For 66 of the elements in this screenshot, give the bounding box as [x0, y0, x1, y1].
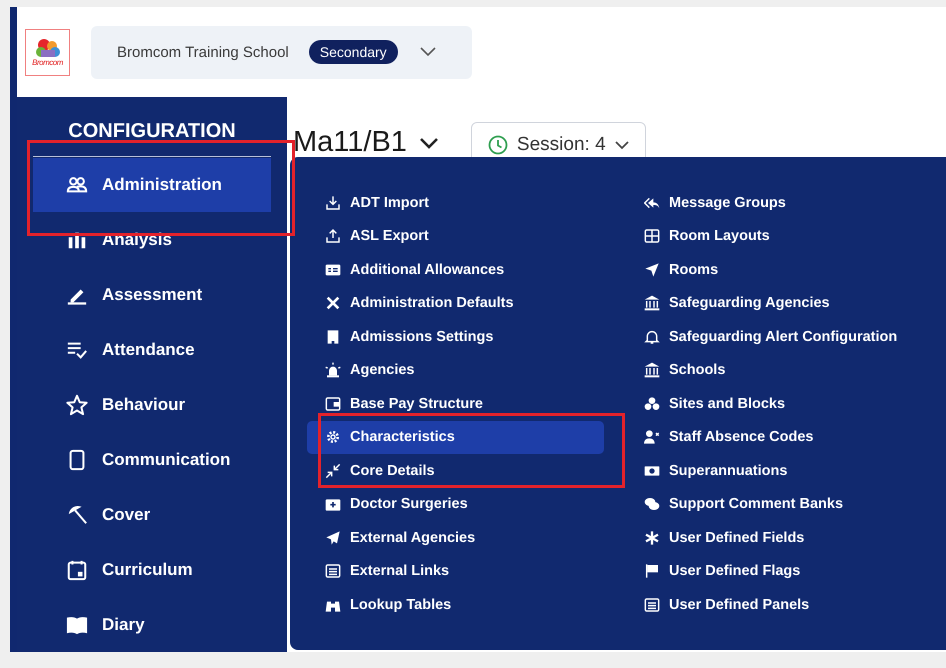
building-icon: [325, 328, 341, 345]
sidebar-item[interactable]: Diary: [17, 598, 287, 652]
chevron-down-icon: [614, 140, 629, 150]
gear-icon: [325, 429, 341, 446]
list-icon: [325, 563, 341, 580]
sidebar-item[interactable]: Curriculum: [17, 543, 287, 597]
menu-item[interactable]: External Links: [307, 554, 604, 588]
phase-badge: Secondary: [308, 40, 398, 64]
card-icon: [325, 262, 341, 278]
paper-plane-icon: [325, 530, 341, 546]
menu-item[interactable]: Base Pay Structure: [307, 387, 604, 420]
grid-icon: [644, 228, 660, 244]
menu-item[interactable]: Characteristics: [307, 420, 604, 454]
location-arrow-icon: [644, 262, 660, 278]
star-icon: [66, 394, 88, 416]
menu-item[interactable]: Staff Absence Codes: [633, 420, 946, 454]
menu-item[interactable]: ADT Import: [307, 186, 604, 220]
menu-item[interactable]: Safeguarding Alert Configuration: [633, 320, 946, 354]
clock-icon: [488, 135, 508, 155]
menu-item[interactable]: Core Details: [307, 454, 604, 488]
arrows-icon: [325, 462, 341, 479]
sidebar-item[interactable]: Cover: [17, 488, 287, 542]
siren-icon: [325, 362, 341, 378]
class-selector[interactable]: Ma11/B1: [293, 126, 439, 159]
menu-item[interactable]: Administration Defaults: [307, 286, 604, 320]
menu-item[interactable]: User Defined Flags: [633, 554, 946, 588]
menu-item[interactable]: Room Layouts: [633, 220, 946, 253]
sidebar-item[interactable]: Behaviour: [17, 378, 287, 432]
list-icon: [644, 596, 660, 613]
menu-item[interactable]: Sites and Blocks: [633, 387, 946, 420]
menu-item[interactable]: User Defined Fields: [633, 521, 946, 554]
menu-item[interactable]: Admissions Settings: [307, 320, 604, 354]
chevron-down-icon: [418, 136, 439, 148]
sidebar-item[interactable]: Attendance: [17, 323, 287, 377]
menu-item[interactable]: Schools: [633, 354, 946, 387]
menu-item[interactable]: Safeguarding Agencies: [633, 286, 946, 320]
cubes-icon: [644, 396, 660, 412]
school-name: Bromcom Training School: [117, 44, 289, 60]
chevron-down-icon: [420, 47, 436, 57]
menu-item[interactable]: Agencies: [307, 354, 604, 387]
sidebar-heading: CONFIGURATION: [67, 119, 237, 144]
menu-item[interactable]: Additional Allowances: [307, 253, 604, 286]
bell-icon: [644, 328, 660, 345]
wallet-icon: [325, 396, 341, 412]
sidebar-item[interactable]: Assessment: [17, 268, 287, 322]
sidebar-item[interactable]: Communication: [17, 433, 287, 487]
menu-item[interactable]: Rooms: [633, 253, 946, 286]
flag-icon: [644, 563, 660, 580]
user-x-icon: [644, 429, 660, 446]
menu-item[interactable]: Message Groups: [633, 186, 946, 220]
menu-item[interactable]: Superannuations: [633, 454, 946, 488]
bank-icon: [644, 362, 660, 378]
menu-item[interactable]: ASL Export: [307, 220, 604, 253]
menu-item[interactable]: External Agencies: [307, 521, 604, 554]
calendar-icon: [66, 559, 88, 581]
menu-item[interactable]: Lookup Tables: [307, 588, 604, 622]
upload-icon: [325, 228, 341, 244]
asterisk-icon: [644, 530, 660, 546]
download-icon: [325, 194, 341, 211]
menu-item[interactable]: User Defined Panels: [633, 588, 946, 622]
book-icon: [66, 614, 88, 636]
logo-text: Bromcom: [32, 58, 63, 66]
menu-item[interactable]: Doctor Surgeries: [307, 488, 604, 521]
bank-icon: [644, 295, 660, 312]
school-selector[interactable]: Bromcom Training School Secondary: [91, 26, 472, 78]
menu-item[interactable]: Support Comment Banks: [633, 488, 946, 521]
